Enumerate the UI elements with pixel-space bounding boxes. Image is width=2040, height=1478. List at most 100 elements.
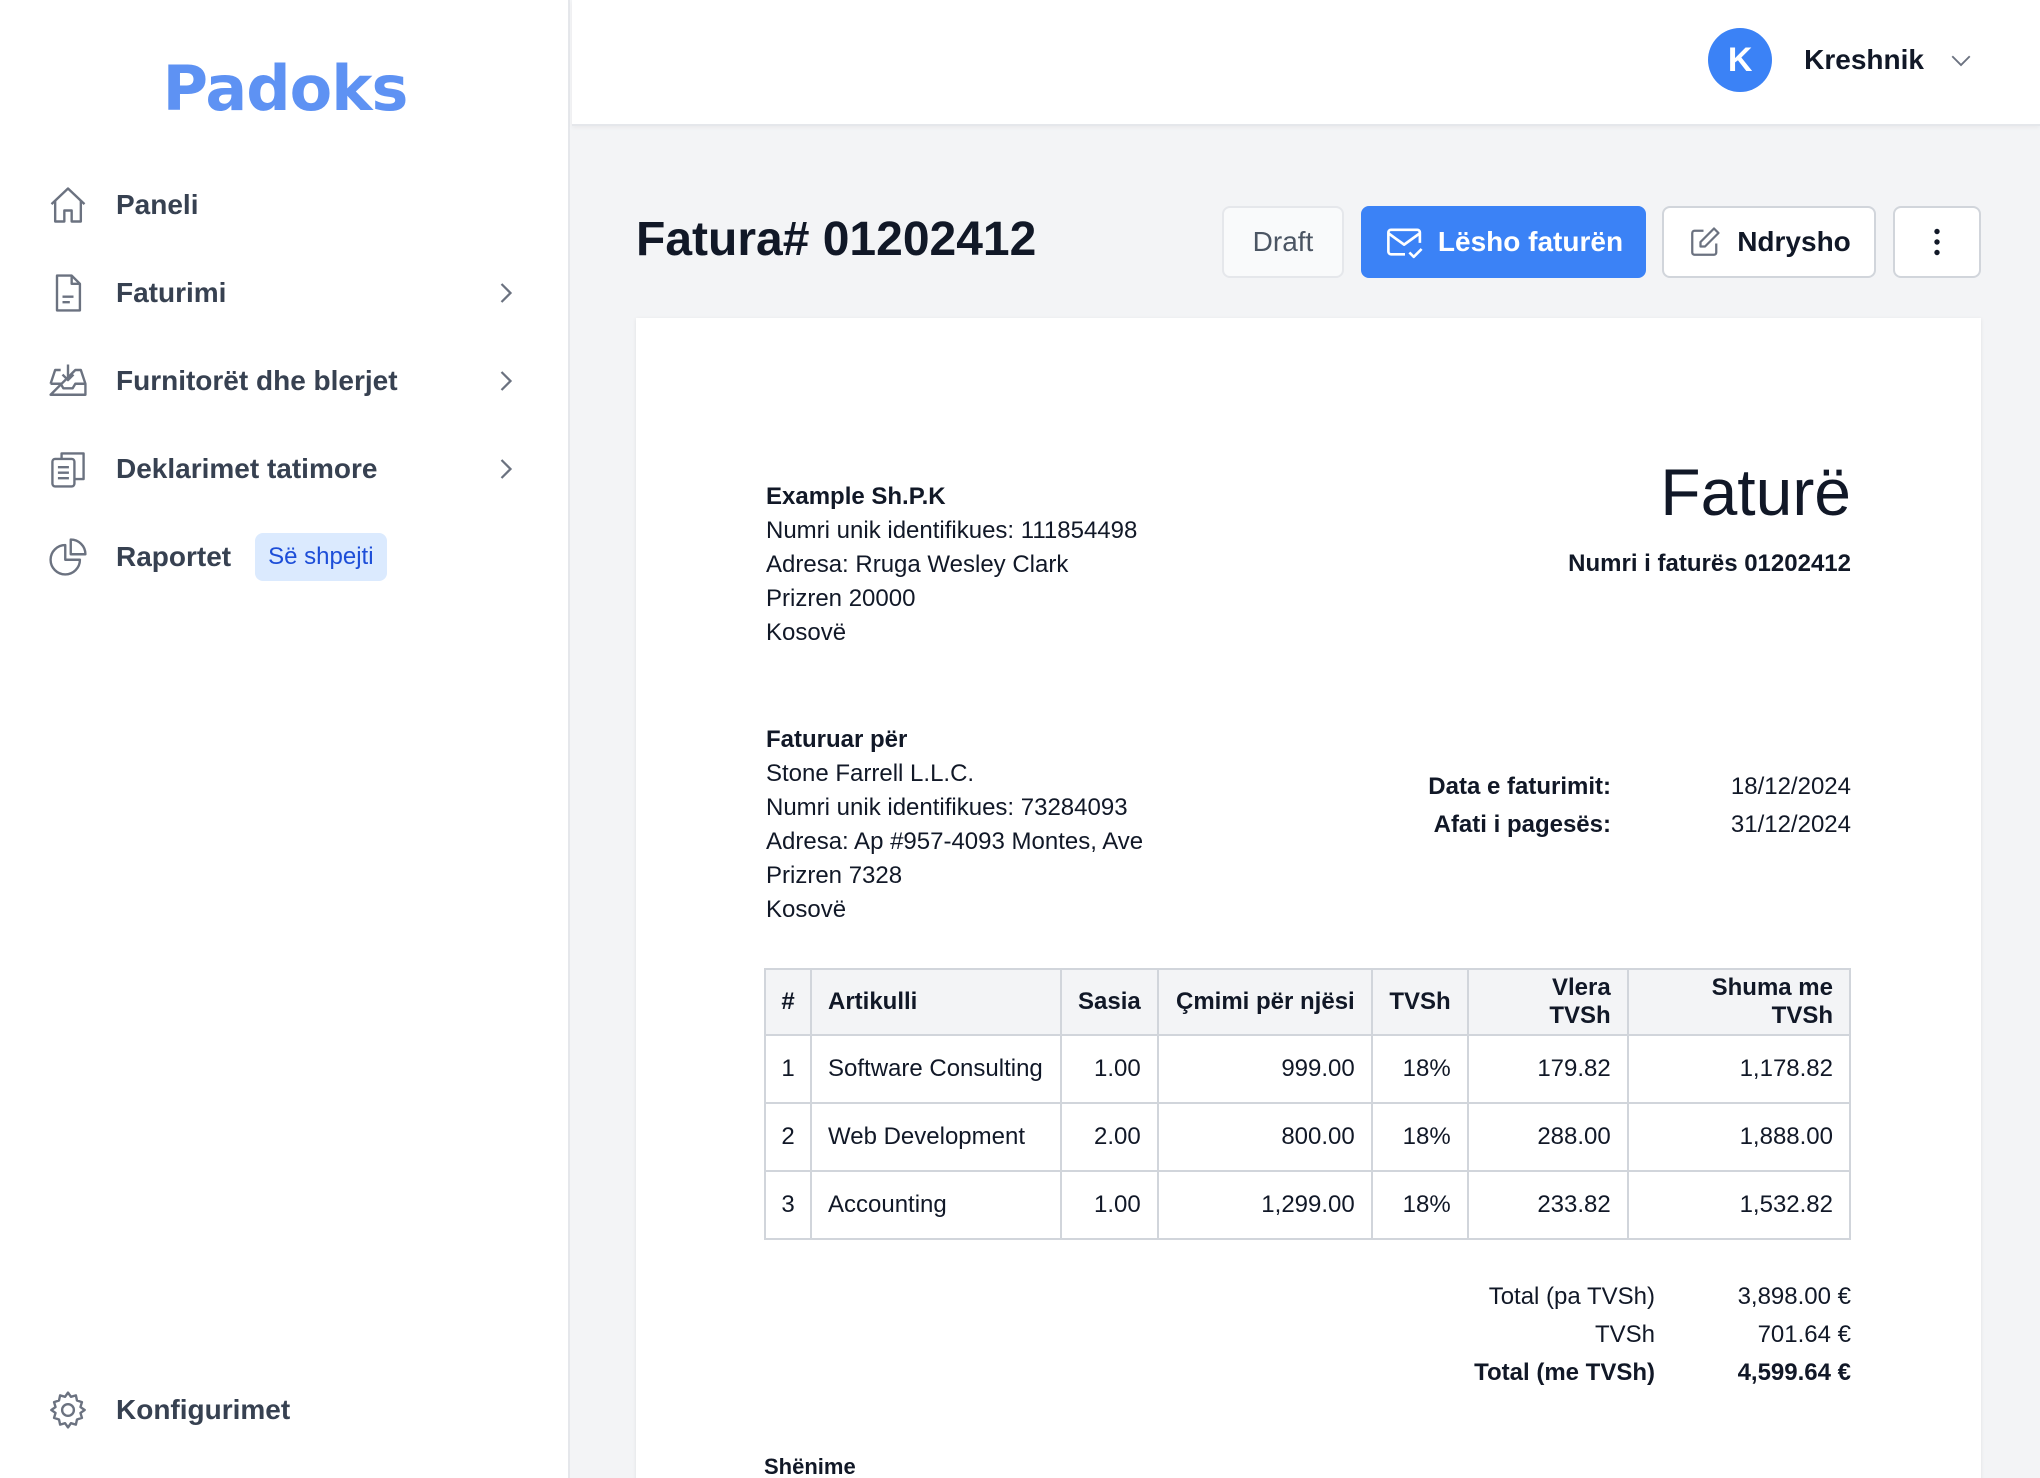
chevron-right-icon	[488, 363, 524, 399]
column-header: Vlera TVSh	[1466, 968, 1629, 1036]
edit-icon	[1687, 224, 1737, 260]
table-cell: 3	[764, 1170, 812, 1240]
buyer-city: Prizren 7328	[766, 862, 903, 889]
gear-icon	[44, 1386, 92, 1434]
sidebar-item-konfigurimet[interactable]: Konfigurimet	[44, 1378, 524, 1442]
table-cell: 18%	[1370, 1170, 1469, 1240]
issue-date-value: 18/12/2024	[1730, 773, 1851, 800]
app-logo[interactable]: Padoks	[0, 52, 570, 125]
column-header: Sasia	[1060, 968, 1159, 1036]
page-title: Fatura# 01202412	[636, 213, 1037, 266]
sidebar-item-furnitoret[interactable]: Furnitorët dhe blerjet	[44, 349, 524, 413]
sidebar-item-faturimi[interactable]: Faturimi	[44, 261, 524, 325]
invoice-totals: Total (pa TVSh) 3,898.00 € TVSh 701.64 €…	[1355, 1278, 1851, 1392]
chevron-right-icon	[488, 275, 524, 311]
due-date-label: Afati i pagesës:	[1433, 811, 1611, 838]
table-cell: 1,888.00	[1626, 1102, 1852, 1172]
sidebar-item-label: Faturimi	[116, 277, 227, 308]
clipboard-icon	[44, 445, 92, 493]
home-icon	[44, 181, 92, 229]
inbox-icon	[44, 357, 92, 405]
total-label: Total (me TVSh)	[1474, 1359, 1655, 1386]
sidebar-item-label: Raportet	[116, 541, 232, 572]
table-cell: Software Consulting	[810, 1034, 1062, 1104]
edit-button[interactable]: Ndrysho	[1662, 206, 1876, 278]
table-cell: Accounting	[810, 1170, 1062, 1240]
subtotal-value: 3,898.00 €	[1737, 1283, 1851, 1310]
seller-country: Kosovë	[766, 619, 847, 646]
buyer-info: Faturuar për Stone Farrell L.L.C. Numri …	[766, 723, 1143, 927]
seller-name: Example Sh.P.K	[766, 483, 946, 510]
sidebar-item-deklarimet[interactable]: Deklarimet tatimore	[44, 437, 524, 501]
more-vertical-icon	[1919, 224, 1955, 260]
sidebar-item-label: Paneli	[116, 189, 199, 220]
table-cell: 800.00	[1156, 1102, 1373, 1172]
sidebar-item-paneli[interactable]: Paneli	[44, 173, 524, 237]
avatar[interactable]: K	[1708, 28, 1773, 92]
table-cell: 2.00	[1060, 1102, 1159, 1172]
table-cell: 288.00	[1466, 1102, 1629, 1172]
sidebar-item-label: Furnitorët dhe blerjet	[116, 365, 398, 396]
billed-to-heading: Faturuar për	[766, 726, 908, 753]
seller-info: Example Sh.P.K Numri unik identifikues: …	[766, 480, 1137, 650]
table-cell: 1.00	[1060, 1170, 1159, 1240]
seller-id: Numri unik identifikues: 111854498	[766, 517, 1138, 544]
document-title: Faturë	[1660, 455, 1851, 529]
issue-invoice-label: Lësho faturën	[1437, 226, 1624, 257]
column-header: #	[764, 968, 812, 1036]
column-header: Shuma me TVSh	[1626, 968, 1852, 1036]
column-header: Artikulli	[810, 968, 1062, 1036]
table-row: 2 Web Development 2.00 800.00 18% 288.00…	[764, 1102, 1852, 1172]
vat-value: 701.64 €	[1757, 1321, 1851, 1348]
table-cell: 233.82	[1466, 1170, 1629, 1240]
table-row: 3 Accounting 1.00 1,299.00 18% 233.82 1,…	[764, 1170, 1852, 1240]
sidebar-item-label: Deklarimet tatimore	[116, 453, 378, 484]
table-cell: 999.00	[1156, 1034, 1373, 1104]
more-options-button[interactable]	[1893, 206, 1981, 278]
settings-label: Konfigurimet	[116, 1394, 291, 1425]
table-cell: 1.00	[1060, 1034, 1159, 1104]
pie-chart-icon	[44, 533, 92, 581]
table-cell: 1,299.00	[1156, 1170, 1373, 1240]
due-date-value: 31/12/2024	[1730, 811, 1851, 838]
sidebar: Padoks Paneli Faturimi Furnitorët dhe bl…	[0, 0, 570, 1478]
buyer-id: Numri unik identifikues: 73284093	[766, 794, 1128, 821]
document-icon	[44, 269, 92, 317]
user-menu[interactable]: K Kreshnik	[1708, 28, 1976, 92]
chevron-right-icon	[488, 451, 524, 487]
buyer-country: Kosovë	[766, 896, 847, 923]
table-cell: 2	[764, 1102, 812, 1172]
edit-label: Ndrysho	[1737, 226, 1851, 257]
coming-soon-badge: Së shpejti	[255, 533, 387, 581]
notes-heading: Shënime	[764, 1454, 856, 1478]
buyer-address: Adresa: Ap #957-4093 Montes, Ave	[766, 828, 1144, 855]
table-row: 1 Software Consulting 1.00 999.00 18% 17…	[764, 1034, 1852, 1104]
top-bar: K Kreshnik	[572, 0, 2040, 126]
table-cell: 1	[764, 1034, 812, 1104]
user-name[interactable]: Kreshnik	[1804, 44, 1924, 76]
seller-city: Prizren 20000	[766, 585, 916, 612]
total-value: 4,599.64 €	[1737, 1359, 1851, 1386]
seller-address: Adresa: Rruga Wesley Clark	[766, 551, 1069, 578]
issue-date-label: Data e faturimit:	[1428, 773, 1611, 800]
column-header: TVSh	[1370, 968, 1469, 1036]
invoice-dates: Data e faturimit: 18/12/2024 Afati i pag…	[1391, 768, 1851, 844]
table-cell: 18%	[1370, 1102, 1469, 1172]
status-badge: Draft	[1222, 206, 1344, 278]
buyer-name: Stone Farrell L.L.C.	[766, 760, 975, 787]
vat-label: TVSh	[1594, 1321, 1655, 1348]
chevron-down-icon[interactable]	[1946, 45, 1976, 75]
table-cell: Web Development	[810, 1102, 1062, 1172]
table-header-row: # Artikulli Sasia Çmimi për njësi TVSh V…	[764, 968, 1852, 1036]
invoice-number: Numri i faturës 01202412	[1568, 550, 1851, 577]
invoice-document: Example Sh.P.K Numri unik identifikues: …	[636, 318, 1981, 1478]
issue-invoice-button[interactable]: Lësho faturën	[1361, 206, 1646, 278]
subtotal-label: Total (pa TVSh)	[1488, 1283, 1655, 1310]
table-cell: 179.82	[1466, 1034, 1629, 1104]
table-cell: 1,178.82	[1626, 1034, 1852, 1104]
table-cell: 1,532.82	[1626, 1170, 1852, 1240]
sidebar-item-raportet[interactable]: Raportet Së shpejti	[44, 525, 524, 589]
mail-check-icon	[1384, 221, 1438, 263]
column-header: Çmimi për njësi	[1156, 968, 1373, 1036]
items-table: # Artikulli Sasia Çmimi për njësi TVSh V…	[764, 968, 1852, 1240]
